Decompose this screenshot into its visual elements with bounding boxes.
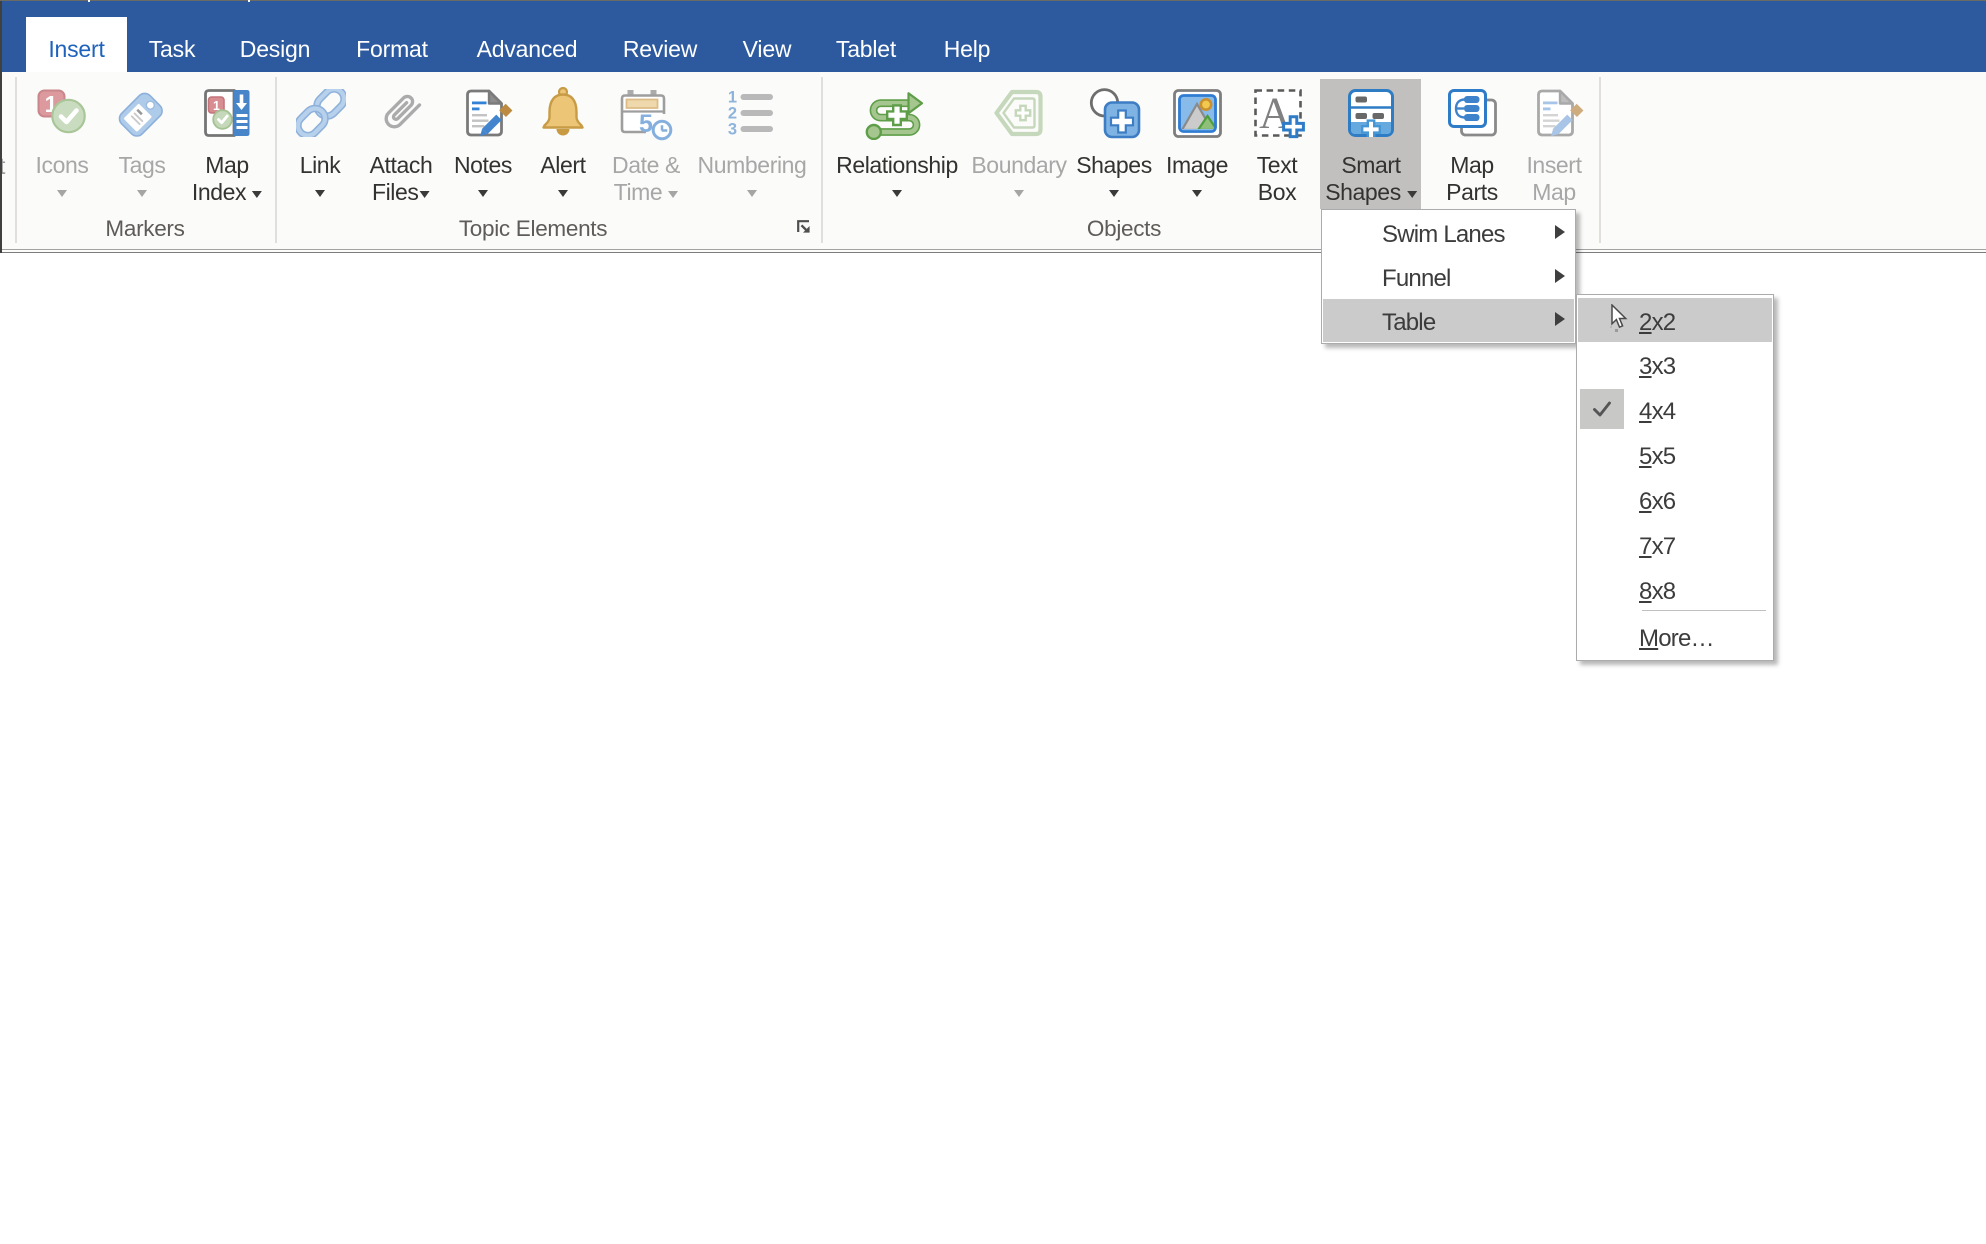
svg-text:3: 3 (728, 121, 737, 138)
svg-text:5: 5 (639, 110, 653, 138)
